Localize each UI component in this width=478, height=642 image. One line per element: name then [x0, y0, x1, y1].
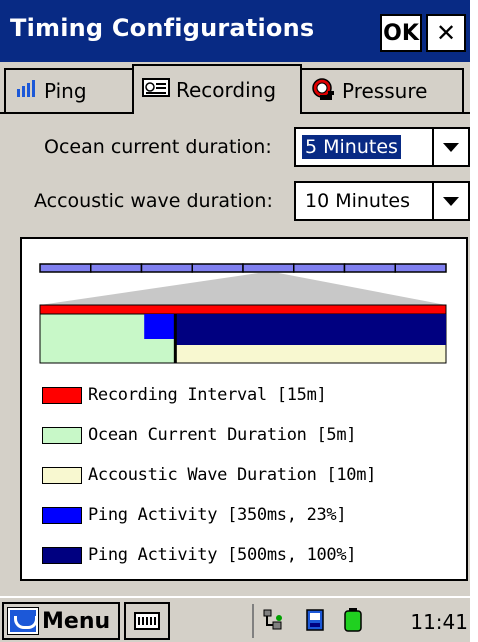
storage-card-icon[interactable]: [304, 608, 326, 632]
network-icon[interactable]: [262, 608, 284, 632]
ocean-duration-label: Ocean current duration:: [44, 136, 272, 158]
timeline-segment: [394, 263, 447, 273]
start-menu-button[interactable]: Menu: [2, 602, 120, 640]
legend-swatch: [42, 426, 82, 444]
tab-pressure[interactable]: Pressure: [302, 68, 464, 112]
recording-interval-bar: [39, 304, 447, 315]
legend-swatch: [42, 466, 82, 484]
timeline-segment: [293, 263, 346, 273]
ocean-dropdown-button[interactable]: [432, 129, 468, 165]
ocean-duration-value: 5 Minutes: [301, 134, 402, 160]
tab-recording-label: Recording: [176, 78, 277, 102]
timeline-segment: [242, 263, 295, 273]
timeline-segment: [343, 263, 396, 273]
windows-logo-icon: [7, 607, 39, 635]
timeline-segment: [39, 263, 92, 273]
clock: 11:41: [410, 610, 468, 634]
close-button[interactable]: ✕: [426, 14, 466, 52]
pressure-gauge-icon: [310, 77, 336, 106]
start-menu-label: Menu: [42, 608, 111, 634]
legend-swatch: [42, 386, 82, 404]
title-bar: Timing Configurations OK ✕: [0, 0, 470, 62]
legend-ocean-current: Ocean Current Duration [5m]: [42, 425, 357, 445]
input-panel-button[interactable]: [124, 602, 170, 640]
legend-label: Ocean Current Duration [5m]: [88, 425, 357, 445]
ocean-duration-select[interactable]: 5 Minutes: [294, 127, 470, 167]
acoustic-duration-select[interactable]: 10 Minutes: [294, 181, 470, 221]
tab-ping-label: Ping: [44, 79, 87, 103]
timing-diagram-svg: [39, 263, 447, 364]
timeline-segment: [90, 263, 143, 273]
tab-pressure-label: Pressure: [342, 79, 428, 103]
acoustic-duration-value: 10 Minutes: [305, 190, 411, 212]
screen: Timing Configurations OK ✕ Ping Recordin…: [0, 0, 470, 642]
legend-label: Ping Activity [350ms, 23%]: [88, 505, 347, 525]
legend-label: Recording Interval [15m]: [88, 385, 327, 405]
system-tray: 11:41: [252, 604, 470, 638]
chevron-down-icon: [443, 142, 459, 152]
legend-recording-interval: Recording Interval [15m]: [42, 385, 327, 405]
legend-swatch: [42, 546, 82, 564]
recorder-icon: [142, 77, 170, 104]
timeline-segment: [140, 263, 193, 273]
ping-activity-full: [175, 314, 447, 345]
legend-swatch: [42, 506, 82, 524]
legend-ping-partial: Ping Activity [350ms, 23%]: [42, 505, 347, 525]
battery-icon[interactable]: [342, 608, 364, 632]
timeline-segment: [191, 263, 244, 273]
tab-bar: Ping Recording Pressure: [0, 62, 470, 118]
taskbar: Menu 11:41: [0, 596, 470, 642]
tab-recording[interactable]: Recording: [132, 64, 302, 114]
ok-button[interactable]: OK: [380, 14, 422, 52]
chevron-down-icon: [443, 196, 459, 206]
close-icon: ✕: [435, 19, 457, 47]
acoustic-duration-label: Accoustic wave duration:: [34, 190, 273, 212]
acoustic-dropdown-button[interactable]: [432, 183, 468, 219]
legend-ping-full: Ping Activity [500ms, 100%]: [42, 545, 357, 565]
signal-bars-icon: [16, 79, 38, 103]
legend-label: Accoustic Wave Duration [10m]: [88, 465, 377, 485]
legend-label: Ping Activity [500ms, 100%]: [88, 545, 357, 565]
legend-acoustic-wave: Accoustic Wave Duration [10m]: [42, 465, 376, 485]
tab-baseline-gap: [134, 112, 300, 114]
zoom-wedge: [40, 273, 446, 305]
ping-activity-partial: [144, 314, 176, 339]
keyboard-icon: [134, 612, 160, 630]
tab-ping[interactable]: Ping: [4, 68, 132, 112]
timing-diagram: Recording Interval [15m] Ocean Current D…: [20, 237, 468, 581]
window-title: Timing Configurations: [10, 14, 315, 42]
